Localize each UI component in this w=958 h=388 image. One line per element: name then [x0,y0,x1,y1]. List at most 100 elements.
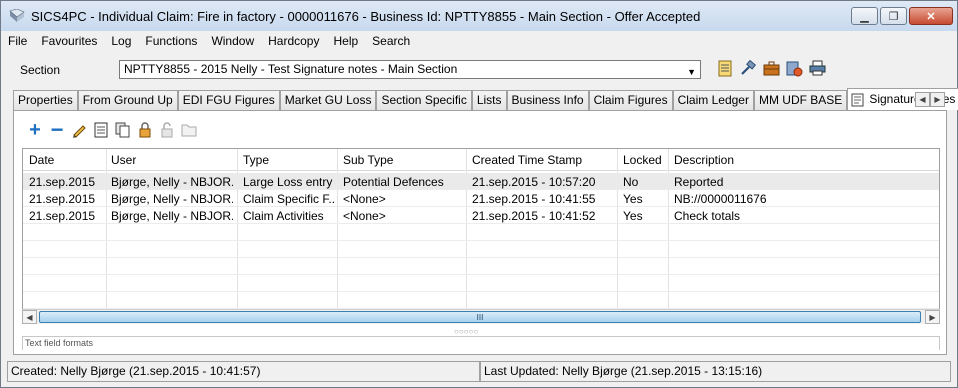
menu-functions[interactable]: Functions [145,34,197,48]
scroll-left-icon: ◀ [26,312,33,322]
col-header-type[interactable]: Type [243,153,269,167]
notes-toolbar: + − [26,119,202,141]
hammer-icon [740,60,756,75]
table-row[interactable]: 21.sep.2015 Bjørge, Nelly - NBJOR... Cla… [23,207,939,224]
lock-icon [139,122,151,138]
section-dropdown[interactable]: NPTTY8855 - 2015 Nelly - Test Signature … [119,60,701,79]
copy-note-button[interactable] [114,121,132,139]
window-title: SICS4PC - Individual Claim: Fire in fact… [31,8,701,24]
menu-help[interactable]: Help [333,34,358,48]
close-icon: ✕ [926,10,936,23]
cell-description: Check totals [674,209,741,223]
tab-properties[interactable]: Properties [13,90,78,110]
tab-edi-fgu-figures[interactable]: EDI FGU Figures [177,90,280,110]
status-bar: Created: Nelly Bjørge (21.sep.2015 - 10:… [7,361,951,382]
cell-user: Bjørge, Nelly - NBJOR... [111,192,233,206]
menu-favourites[interactable]: Favourites [41,34,97,48]
table-row[interactable]: 21.sep.2015 Bjørge, Nelly - NBJOR... Lar… [23,173,939,190]
remove-note-button[interactable]: − [48,119,66,141]
arrow-right-icon: ▶ [934,95,941,104]
restore-icon: ❐ [888,10,899,23]
dropdown-arrow-icon[interactable]: ▼ [687,64,696,81]
col-header-sub-type[interactable]: Sub Type [343,153,393,167]
panel-splitter[interactable]: ○○○○○ [454,327,478,336]
tab-lists[interactable]: Lists [471,90,507,110]
print-button[interactable] [808,59,826,77]
empty-row [23,224,939,241]
printer-icon [809,60,825,76]
tab-strip: Properties From Ground Up EDI FGU Figure… [13,88,958,110]
scroll-left-button[interactable]: ◀ [22,310,37,324]
table-row[interactable]: 21.sep.2015 Bjørge, Nelly - NBJOR... Cla… [23,190,939,207]
view-note-button[interactable] [92,121,110,139]
col-header-locked[interactable]: Locked [623,153,662,167]
signature-notes-panel: + − Date User Type Sub Type Created Time… [13,110,947,355]
tab-claim-figures[interactable]: Claim Figures [588,90,673,110]
col-header-user[interactable]: User [111,153,136,167]
cell-sub-type: <None> [343,209,386,223]
close-button[interactable]: ✕ [909,7,953,25]
claim-status-icon [786,61,802,76]
section-row: Section NPTTY8855 - 2015 Nelly - Test Si… [1,57,957,83]
tab-scroll-right-button[interactable]: ▶ [930,92,945,107]
tab-scroll-controls: ◀ ▶ [915,92,945,107]
plus-icon: + [29,119,41,141]
cell-user: Bjørge, Nelly - NBJOR... [111,175,233,189]
grid-header: Date User Type Sub Type Created Time Sta… [23,149,939,171]
tab-market-gu-loss[interactable]: Market GU Loss [279,90,377,110]
empty-row [23,292,939,309]
cell-type: Large Loss entry [243,175,333,189]
tab-mm-udf-base[interactable]: MM UDF BASE [753,90,848,110]
horizontal-scrollbar[interactable]: ◀ III ▶ [22,309,940,324]
title-bar[interactable]: SICS4PC - Individual Claim: Fire in fact… [1,1,957,31]
cell-date: 21.sep.2015 [29,192,96,206]
maximize-button[interactable]: ❐ [880,7,907,25]
tab-business-info[interactable]: Business Info [506,90,589,110]
pencil-icon [73,125,86,138]
unlock-icon [161,122,173,138]
scroll-right-icon: ▶ [929,312,936,322]
cell-user: Bjørge, Nelly - NBJOR... [111,209,233,223]
col-header-date[interactable]: Date [29,153,54,167]
tab-claim-ledger[interactable]: Claim Ledger [672,90,754,110]
copy-icon [115,122,130,138]
edit-note-button[interactable] [70,121,88,139]
col-header-description[interactable]: Description [674,153,734,167]
cell-created-time-stamp: 21.sep.2015 - 10:57:20 [472,175,596,189]
menu-log[interactable]: Log [111,34,131,48]
menu-file[interactable]: File [8,34,27,48]
briefcase-button[interactable] [762,59,780,77]
briefcase-icon [763,61,779,75]
text-field-formats[interactable]: Text field formats [22,336,940,350]
tab-from-ground-up[interactable]: From Ground Up [77,90,178,110]
document-icon [94,122,108,138]
open-folder-button[interactable] [180,121,198,139]
menu-search[interactable]: Search [372,34,410,48]
tab-section-specific[interactable]: Section Specific [376,90,472,110]
scroll-right-button[interactable]: ▶ [925,310,940,324]
lock-note-button[interactable] [136,121,154,139]
menu-bar: File Favourites Log Functions Window Har… [1,31,957,50]
cell-locked: Yes [623,192,643,206]
scrollbar-thumb[interactable]: III [39,311,921,323]
cell-locked: Yes [623,209,643,223]
empty-row [23,258,939,275]
signature-notes-icon [851,93,864,107]
cell-date: 21.sep.2015 [29,209,96,223]
status-last-updated: Last Updated: Nelly Bjørge (21.sep.2015 … [480,361,951,382]
menu-hardcopy[interactable]: Hardcopy [268,34,319,48]
notes-grid: Date User Type Sub Type Created Time Sta… [22,148,940,324]
col-header-created-time-stamp[interactable]: Created Time Stamp [472,153,582,167]
claim-status-button[interactable] [785,59,803,77]
minimize-button[interactable]: ▁ [851,7,878,25]
scrollbar-grip: III [476,312,484,322]
menu-window[interactable]: Window [211,34,254,48]
empty-row [23,275,939,292]
app-window: SICS4PC - Individual Claim: Fire in fact… [0,0,958,388]
notes-list-button[interactable] [716,59,734,77]
cell-locked: No [623,175,639,189]
claim-tools-button[interactable] [739,59,757,77]
unlock-note-button[interactable] [158,121,176,139]
add-note-button[interactable]: + [26,119,44,141]
tab-scroll-left-button[interactable]: ◀ [915,92,930,107]
